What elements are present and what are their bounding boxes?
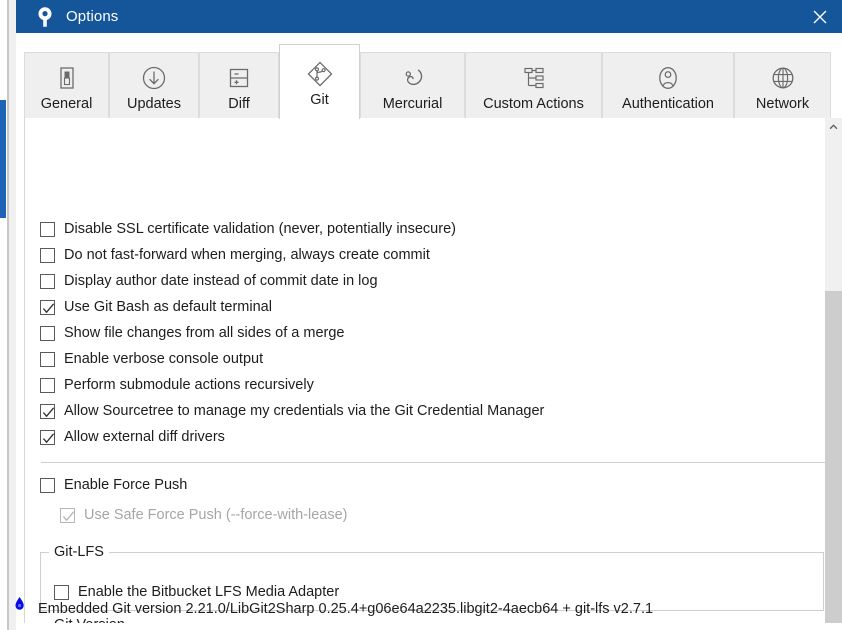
git-settings-pane: Disable SSL certificate validation (neve… <box>24 118 834 623</box>
checkbox-label: Enable verbose console output <box>64 350 264 367</box>
close-icon[interactable] <box>797 0 842 33</box>
checkbox-option[interactable]: Do not fast-forward when merging, always… <box>40 242 430 268</box>
background-accent-bar <box>0 100 6 218</box>
tab-strip: General Updates Diff Git Mercurial Custom Act… <box>24 44 834 119</box>
checkbox-checked-icon[interactable] <box>40 429 55 445</box>
checkbox-option: Use Safe Force Push (--force-with-lease) <box>60 502 348 528</box>
checkbox-label: Use Safe Force Push (--force-with-lease) <box>84 506 348 523</box>
checkbox-label: Display author date instead of commit da… <box>64 272 378 289</box>
network-icon <box>768 63 798 93</box>
checkbox-label: Use Git Bash as default terminal <box>64 298 272 315</box>
checkbox-option[interactable]: Allow Sourcetree to manage my credential… <box>40 398 544 424</box>
tab-label: Authentication <box>622 96 714 112</box>
updates-icon <box>139 63 169 93</box>
custom-actions-icon <box>519 63 549 93</box>
tab-general[interactable]: General <box>24 52 109 118</box>
tab-label: Git <box>310 92 329 108</box>
window-titlebar: Options <box>16 0 842 33</box>
embedded-git-version-text: Embedded Git version 2.21.0/LibGit2Sharp… <box>38 601 654 617</box>
tab-updates[interactable]: Updates <box>109 52 199 118</box>
checkbox-checked-icon[interactable] <box>40 299 55 315</box>
checkbox-option[interactable]: Perform submodule actions recursively <box>40 372 314 398</box>
checkbox-unchecked-icon[interactable] <box>54 584 69 600</box>
tab-label: Diff <box>228 96 250 112</box>
checkbox-option[interactable]: Enable Force Push <box>40 472 187 498</box>
authentication-icon <box>653 63 683 93</box>
git-icon <box>305 59 335 89</box>
tab-label: Network <box>755 96 810 112</box>
tab-label: Mercurial <box>382 96 443 112</box>
sourcetree-logo-icon <box>33 5 57 29</box>
tab-network[interactable]: Network <box>734 52 831 118</box>
checkbox-label: Allow external diff drivers <box>64 428 225 445</box>
tab-custom-actions[interactable]: Custom Actions <box>465 52 602 118</box>
checkbox-option[interactable]: Allow external diff drivers <box>40 424 225 450</box>
tab-label: Custom Actions <box>483 96 584 112</box>
checkbox-unchecked-icon[interactable] <box>40 221 55 237</box>
checkbox-unchecked-icon[interactable] <box>40 247 55 263</box>
checkbox-unchecked-icon[interactable] <box>40 273 55 289</box>
blue-cursor-icon <box>12 596 28 618</box>
section-divider <box>41 462 825 463</box>
chevron-up-icon[interactable] <box>825 118 842 135</box>
checkbox-option[interactable]: Display author date instead of commit da… <box>40 268 378 294</box>
checkbox-unchecked-icon[interactable] <box>40 477 55 493</box>
group-title: Git-LFS <box>49 543 109 561</box>
checkbox-option[interactable]: Disable SSL certificate validation (neve… <box>40 216 456 242</box>
tab-diff[interactable]: Diff <box>199 52 279 118</box>
checkbox-checked-icon <box>60 507 75 523</box>
checkbox-label: Do not fast-forward when merging, always… <box>64 246 430 263</box>
checkbox-option[interactable]: Enable verbose console output <box>40 346 263 372</box>
checkbox-unchecked-icon[interactable] <box>40 377 55 393</box>
checkbox-label: Allow Sourcetree to manage my credential… <box>64 402 545 419</box>
background-stripe-gray <box>7 0 9 630</box>
scrollbar-thumb[interactable] <box>825 291 842 623</box>
checkbox-label: Disable SSL certificate validation (neve… <box>64 220 456 237</box>
tab-git[interactable]: Git <box>279 44 360 119</box>
checkbox-label: Show file changes from all sides of a me… <box>64 324 345 341</box>
tab-mercurial[interactable]: Mercurial <box>360 52 465 118</box>
checkbox-label: Enable Force Push <box>64 476 188 493</box>
options-dialog: Options General Updates Diff Git Mercurial Cu… <box>0 0 842 630</box>
checkbox-unchecked-icon[interactable] <box>40 325 55 341</box>
diff-icon <box>224 63 254 93</box>
checkbox-checked-icon[interactable] <box>40 403 55 419</box>
checkbox-option[interactable]: Show file changes from all sides of a me… <box>40 320 344 346</box>
checkbox-unchecked-icon[interactable] <box>40 351 55 367</box>
vertical-scrollbar[interactable] <box>825 118 842 623</box>
checkbox-option[interactable]: Use Git Bash as default terminal <box>40 294 272 320</box>
tab-authentication[interactable]: Authentication <box>602 52 734 118</box>
mercurial-icon <box>398 63 428 93</box>
tab-label: Updates <box>126 96 181 112</box>
window-title: Options <box>66 8 119 25</box>
background-sliver <box>0 0 16 630</box>
background-stripe-light <box>0 0 7 630</box>
tab-label: General <box>40 96 93 112</box>
general-icon <box>52 63 82 93</box>
checkbox-label: Perform submodule actions recursively <box>64 376 314 393</box>
dialog-body: General Updates Diff Git Mercurial Custom Act… <box>16 36 842 630</box>
